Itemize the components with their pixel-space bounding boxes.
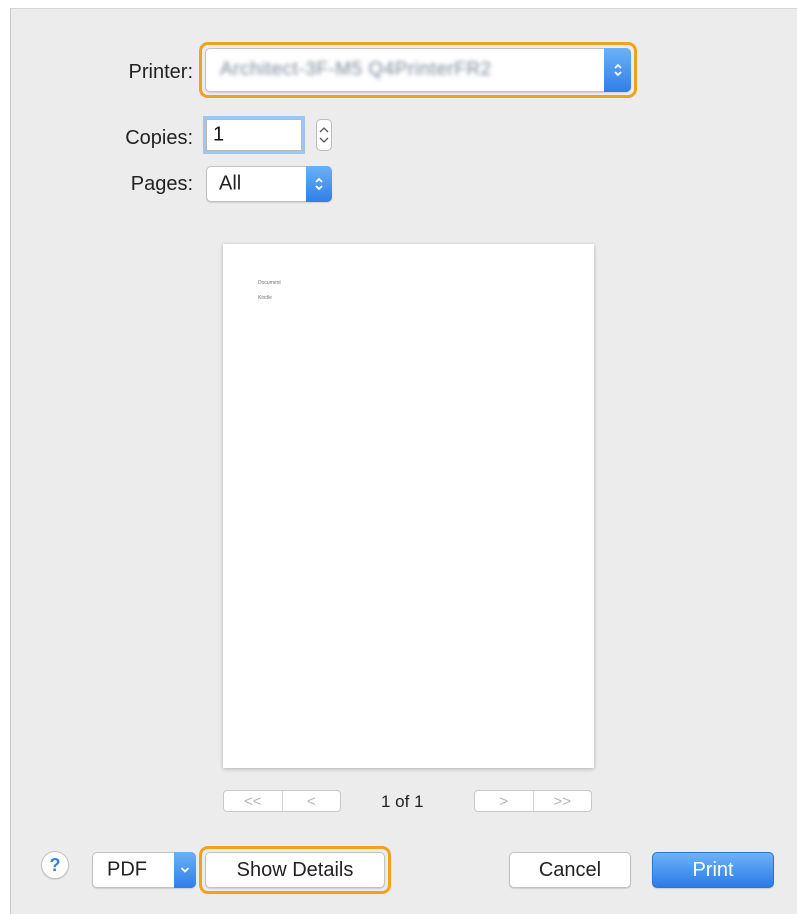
copies-field[interactable]: 1: [206, 119, 302, 151]
next-page-button[interactable]: >: [475, 791, 533, 811]
pages-value: All: [219, 172, 242, 195]
preview-line-2: Kindle: [258, 295, 272, 301]
first-page-button[interactable]: <<: [224, 791, 282, 811]
print-button[interactable]: Print: [652, 852, 774, 888]
show-details-button[interactable]: Show Details: [205, 852, 385, 888]
pages-label: Pages:: [130, 173, 193, 195]
preview-line-1: Document: [258, 280, 281, 286]
last-page-button[interactable]: >>: [532, 791, 592, 811]
stepper-arrows-icon: [319, 127, 329, 143]
printer-popup[interactable]: Architect-3F-M5 Q4PrinterFR2: [205, 48, 631, 92]
preview-forward-nav: > >>: [474, 790, 592, 812]
pages-popup[interactable]: All: [206, 166, 332, 202]
cancel-button[interactable]: Cancel: [509, 852, 631, 888]
pdf-label: PDF: [107, 858, 147, 881]
help-button[interactable]: ?: [41, 851, 69, 879]
print-dialog: Printer: Architect-3F-M5 Q4PrinterFR2 Co…: [10, 8, 797, 914]
chevron-down-icon: [174, 852, 196, 888]
copies-stepper[interactable]: [316, 119, 332, 151]
popup-arrows-icon: [306, 166, 332, 202]
pdf-menu-button[interactable]: PDF: [92, 852, 196, 888]
printer-value: Architect-3F-M5 Q4PrinterFR2: [220, 59, 492, 80]
copies-label: Copies:: [125, 127, 193, 149]
page-preview: Document Kindle: [223, 244, 594, 768]
preview-back-nav: << <: [223, 790, 341, 812]
printer-label: Printer:: [128, 61, 193, 83]
previous-page-button[interactable]: <: [281, 791, 341, 811]
page-indicator: 1 of 1: [381, 792, 424, 811]
copies-value: 1: [213, 123, 225, 146]
popup-arrows-icon: [604, 48, 631, 92]
